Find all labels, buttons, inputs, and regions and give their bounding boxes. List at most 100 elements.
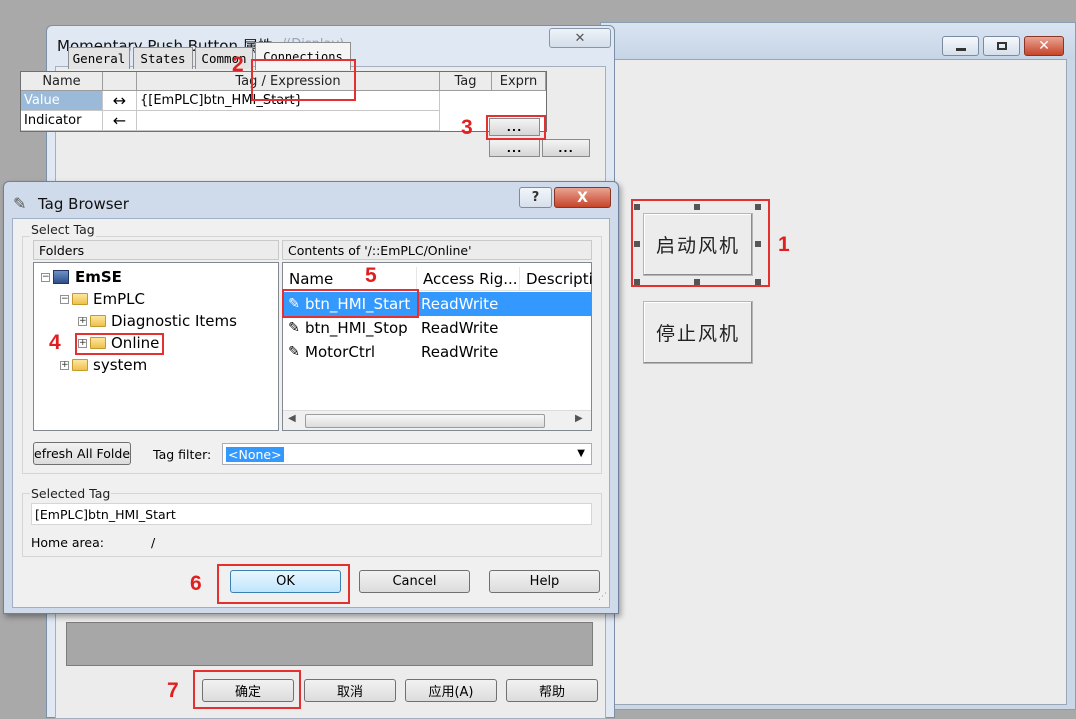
tree-label: system <box>93 356 148 374</box>
tag-access: ReadWrite <box>421 319 499 337</box>
collapse-icon[interactable]: − <box>60 294 69 304</box>
tag-browser-help-button[interactable]: Help <box>489 570 600 593</box>
maximize-button[interactable] <box>983 36 1020 56</box>
col-description[interactable]: Descripti <box>520 267 593 290</box>
selected-tag-field[interactable]: [EmPLC]btn_HMI_Start <box>31 503 592 525</box>
tree-label: EmPLC <box>93 290 145 308</box>
tab-label: General <box>72 51 126 66</box>
ellipsis-icon: ... <box>506 141 523 155</box>
list-item-btn-hmi-stop[interactable]: ✎ btn_HMI_Stop ReadWrite <box>283 316 591 340</box>
tag-browser-close-button[interactable]: X <box>554 187 611 208</box>
tag-icon: ✎ <box>288 320 300 336</box>
props-tab-panel-frame <box>66 622 593 666</box>
close-icon: ✕ <box>574 30 586 46</box>
list-item-motorctrl[interactable]: ✎ MotorCtrl ReadWrite <box>283 340 591 364</box>
annotation-number: 7 <box>167 679 179 702</box>
tag-browser-cancel-button[interactable]: Cancel <box>359 570 470 593</box>
annotation-box-1 <box>631 199 770 287</box>
selected-tag-label: Selected Tag <box>30 486 112 501</box>
apply-label: 应用(A) <box>428 685 474 700</box>
stop-fan-button[interactable]: 停止风机 <box>643 301 753 364</box>
col-header-arrow <box>103 72 137 91</box>
tree-label: Diagnostic Items <box>111 312 237 330</box>
folder-icon <box>72 359 88 371</box>
col-name[interactable]: Name <box>283 267 417 290</box>
home-area-label: Home area: <box>31 535 104 550</box>
scroll-left-icon[interactable]: ◀ <box>288 413 296 424</box>
minimize-button[interactable] <box>942 36 979 56</box>
list-header: Name Access Rig... Descripti <box>283 267 593 291</box>
props-close-button[interactable]: ✕ <box>549 28 611 48</box>
chevron-down-icon[interactable]: ▼ <box>577 448 585 459</box>
tag-filter-label: Tag filter: <box>153 447 212 462</box>
apply-button[interactable]: 应用(A) <box>405 679 497 702</box>
annotation-box-6 <box>217 564 350 604</box>
scroll-thumb[interactable] <box>305 414 545 428</box>
tag-browser-icon: ✎ <box>13 194 27 213</box>
annotation-number: 2 <box>232 53 244 76</box>
expand-icon[interactable]: + <box>60 360 69 370</box>
direction-read-icon: ← <box>103 111 137 131</box>
horizontal-scrollbar[interactable]: ◀ ▶ <box>283 410 591 430</box>
indicator-expression-cell[interactable] <box>137 111 440 131</box>
help-label: 帮助 <box>538 685 565 700</box>
help-label: Help <box>529 574 560 589</box>
help-button[interactable]: 帮助 <box>506 679 598 702</box>
annotation-number: 5 <box>365 264 377 287</box>
refresh-label: efresh All Folde <box>34 446 131 461</box>
folder-icon <box>90 315 106 327</box>
contents-list: Name Access Rig... Descripti ✎ btn_HMI_S… <box>282 262 593 431</box>
context-help-button[interactable]: ? <box>519 187 552 208</box>
row-name-value[interactable]: Value <box>21 91 103 111</box>
refresh-all-folders-button[interactable]: efresh All Folde <box>33 442 131 465</box>
col-header-name: Name <box>21 72 103 91</box>
annotation-number: 6 <box>190 572 202 595</box>
cancel-label: Cancel <box>392 574 437 589</box>
tab-general[interactable]: General <box>68 47 130 69</box>
ellipsis-icon: ... <box>558 141 574 155</box>
tree-node-emplc[interactable]: − EmPLC <box>60 288 145 310</box>
direction-bidirectional-icon: ↔ <box>103 91 137 111</box>
tab-states[interactable]: States <box>133 47 193 69</box>
tab-label: States <box>140 51 186 66</box>
annotation-number: 1 <box>778 233 790 256</box>
question-icon: ? <box>531 190 540 205</box>
row-name-indicator[interactable]: Indicator <box>21 111 103 131</box>
col-header-tag: Tag <box>440 72 492 91</box>
annotation-box-7 <box>193 670 301 709</box>
tree-node-diagnostic-items[interactable]: + Diagnostic Items <box>78 310 237 332</box>
scroll-right-icon[interactable]: ▶ <box>575 413 583 424</box>
tag-filter-dropdown[interactable]: <None> ▼ <box>222 443 592 465</box>
col-header-exprn: Exprn <box>492 72 546 91</box>
expand-icon[interactable]: + <box>78 316 87 326</box>
close-icon: X <box>577 189 588 206</box>
cancel-button[interactable]: 取消 <box>304 679 396 702</box>
annotation-number: 4 <box>49 331 61 354</box>
tag-access: ReadWrite <box>421 343 499 361</box>
tag-name: btn_HMI_Stop <box>305 319 408 337</box>
folder-icon <box>72 293 88 305</box>
tag-access: ReadWrite <box>421 295 499 313</box>
stop-fan-label: 停止风机 <box>655 323 740 345</box>
annotation-box-5 <box>282 289 419 318</box>
tree-node-emse[interactable]: − EmSE <box>41 266 122 288</box>
maximize-icon <box>996 42 1007 50</box>
indicator-exprn-browse-button[interactable]: ... <box>542 139 590 157</box>
window-close-button[interactable]: ✕ <box>1024 36 1064 56</box>
contents-header: Contents of '/::EmPLC/Online' <box>282 240 592 260</box>
col-access[interactable]: Access Rig... <box>417 267 520 290</box>
annotation-box-4 <box>75 333 164 355</box>
tag-name: MotorCtrl <box>305 343 376 361</box>
tab-common[interactable]: Common <box>195 47 253 69</box>
indicator-tag-browse-button[interactable]: ... <box>489 139 540 157</box>
collapse-icon[interactable]: − <box>41 272 50 282</box>
home-area-value: / <box>151 535 156 550</box>
tag-icon: ✎ <box>288 344 300 360</box>
tree-node-system[interactable]: + system <box>60 354 147 376</box>
display-canvas <box>609 59 1067 705</box>
tag-filter-value: <None> <box>226 446 284 462</box>
select-tag-label: Select Tag <box>30 222 96 237</box>
folders-header: Folders <box>33 240 279 260</box>
annotation-box-2 <box>251 59 356 101</box>
size-grip-icon[interactable]: ⋰ <box>598 593 607 602</box>
